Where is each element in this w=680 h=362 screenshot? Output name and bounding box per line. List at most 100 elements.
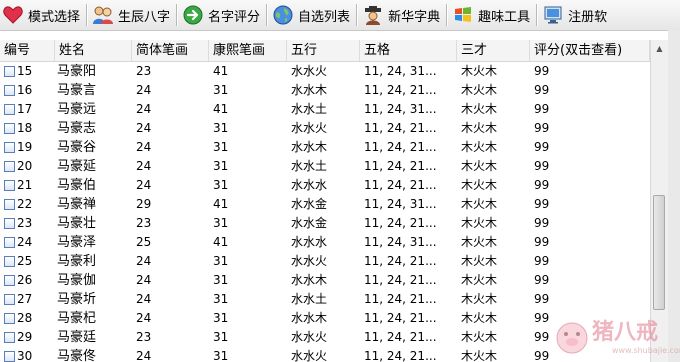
cell-score[interactable]: 99 — [530, 119, 650, 138]
cell-three-talents: 木火木 — [461, 311, 498, 325]
cell-kangxi-strokes: 31 — [213, 178, 229, 192]
cell-score[interactable]: 99 — [530, 100, 650, 119]
cell-number: 26 — [0, 271, 55, 290]
scroll-up-arrow-icon[interactable]: ▲ — [651, 40, 668, 57]
cell-five-grids: 11, 24, 31... — [364, 102, 437, 116]
cell-kangxi-strokes: 41 — [213, 197, 229, 211]
cell-score[interactable]: 99 — [530, 233, 650, 252]
cell-score[interactable]: 99 — [530, 195, 650, 214]
cell-kangxi-strokes: 41 — [213, 235, 229, 249]
cell-kangxi-strokes: 41 — [213, 64, 229, 78]
cell-three-talents: 木火木 — [461, 349, 498, 362]
column-header-three-talents[interactable]: 三才 — [457, 40, 530, 61]
row-icon — [4, 275, 15, 286]
column-header-number[interactable]: 编号 — [0, 40, 55, 61]
mode-select-button[interactable]: 模式选择 — [0, 2, 84, 28]
column-header-kangxi-strokes[interactable]: 康熙笔画 — [209, 40, 287, 61]
cell-score[interactable]: 99 — [530, 328, 650, 347]
table-row[interactable]: 20 马豪延 24 31 水水土 11, 24, 21... 木火木 99 — [0, 157, 650, 176]
cell-kangxi-strokes: 31 — [213, 311, 229, 325]
cell-score[interactable]: 99 — [530, 81, 650, 100]
column-header-five-grids[interactable]: 五格 — [360, 40, 457, 61]
cell-five-grids: 11, 24, 21... — [364, 292, 437, 306]
cell-kangxi-strokes: 31 — [213, 83, 229, 97]
cell-score[interactable]: 99 — [530, 157, 650, 176]
table-row[interactable]: 15 马豪阳 23 41 水水火 11, 24, 31... 木火木 99 — [0, 62, 650, 81]
cell-score[interactable]: 99 — [530, 62, 650, 81]
cell-score[interactable]: 99 — [530, 214, 650, 233]
table-row[interactable]: 30 马豪佟 24 31 水水火 11, 24, 21... 木火木 99 — [0, 347, 650, 362]
cell-name: 马豪泽 — [57, 235, 97, 250]
birth-chart-button[interactable]: 生辰八字 — [90, 2, 174, 28]
cell-simplified-strokes: 24 — [136, 311, 152, 325]
cell-score[interactable]: 99 — [530, 252, 650, 271]
cell-number: 28 — [0, 309, 55, 328]
cell-name: 马豪禅 — [57, 197, 97, 212]
vertical-scrollbar[interactable]: ▲ — [650, 40, 668, 362]
table-row[interactable]: 18 马豪志 24 31 水水火 11, 24, 21... 木火木 99 — [0, 119, 650, 138]
cell-simplified-strokes: 29 — [136, 197, 152, 211]
table-row[interactable]: 21 马豪伯 24 31 水水水 11, 24, 21... 木火木 99 — [0, 176, 650, 195]
row-number-text: 27 — [17, 292, 33, 306]
cell-number: 25 — [0, 252, 55, 271]
row-number-text: 22 — [17, 197, 33, 211]
table-row[interactable]: 26 马豪伽 24 31 水水木 11, 24, 21... 木火木 99 — [0, 271, 650, 290]
row-icon — [4, 142, 15, 153]
cell-five-elements: 水水水 — [291, 235, 328, 249]
table-row[interactable]: 16 马豪言 24 31 水水木 11, 24, 21... 木火木 99 — [0, 81, 650, 100]
column-header-simplified-strokes[interactable]: 简体笔画 — [132, 40, 209, 61]
row-number-text: 25 — [17, 254, 33, 268]
register-button[interactable]: 注册软 — [540, 2, 611, 28]
cell-score[interactable]: 99 — [530, 309, 650, 328]
cell-kangxi-strokes: 31 — [213, 140, 229, 154]
cell-five-elements: 水水土 — [291, 159, 328, 173]
table-row[interactable]: 25 马豪利 24 31 水水火 11, 24, 21... 木火木 99 — [0, 252, 650, 271]
toolbar: 模式选择 生辰八字 名字评分 自选列表 新华字典 趣味工具 注册软 — [0, 0, 680, 31]
row-icon — [4, 123, 15, 134]
table-row[interactable]: 28 马豪杞 24 31 水水木 11, 24, 21... 木火木 99 — [0, 309, 650, 328]
cell-number: 20 — [0, 157, 55, 176]
cell-score[interactable]: 99 — [530, 271, 650, 290]
name-score-button[interactable]: 名字评分 — [180, 2, 264, 28]
table-row[interactable]: 27 马豪圻 24 31 水水土 11, 24, 21... 木火木 99 — [0, 290, 650, 309]
row-icon — [4, 313, 15, 324]
fun-tools-button[interactable]: 趣味工具 — [450, 2, 534, 28]
toolbar-separator — [176, 4, 179, 26]
cell-five-elements: 水水水 — [291, 178, 328, 192]
cell-simplified-strokes: 24 — [136, 178, 152, 192]
cell-score[interactable]: 99 — [530, 176, 650, 195]
cell-five-grids: 11, 24, 31... — [364, 235, 437, 249]
column-header-five-elements[interactable]: 五行 — [287, 40, 360, 61]
dictionary-button[interactable]: 新华字典 — [360, 2, 444, 28]
scrollbar-thumb[interactable] — [653, 195, 665, 310]
table-row[interactable]: 22 马豪禅 29 41 水水金 11, 24, 31... 木火木 99 — [0, 195, 650, 214]
cell-five-elements: 水水土 — [291, 102, 328, 116]
cell-five-elements: 水水火 — [291, 64, 328, 78]
cell-score[interactable]: 99 — [530, 290, 650, 309]
custom-list-button[interactable]: 自选列表 — [270, 2, 354, 28]
cell-number: 22 — [0, 195, 55, 214]
cell-score[interactable]: 99 — [530, 138, 650, 157]
table-row[interactable]: 23 马豪壮 23 31 水水金 11, 24, 21... 木火木 99 — [0, 214, 650, 233]
cell-number: 24 — [0, 233, 55, 252]
column-header-name[interactable]: 姓名 — [55, 40, 132, 61]
row-icon — [4, 351, 15, 362]
table-row[interactable]: 29 马豪廷 23 31 水水火 11, 24, 21... 木火木 99 — [0, 328, 650, 347]
row-number-text: 28 — [17, 311, 33, 325]
table-row[interactable]: 17 马豪远 24 41 水水土 11, 24, 31... 木火木 99 — [0, 100, 650, 119]
cell-kangxi-strokes: 31 — [213, 330, 229, 344]
cell-three-talents: 木火木 — [461, 159, 498, 173]
cell-three-talents: 木火木 — [461, 197, 498, 211]
table-row[interactable]: 24 马豪泽 25 41 水水水 11, 24, 31... 木火木 99 — [0, 233, 650, 252]
table-row[interactable]: 19 马豪谷 24 31 水水木 11, 24, 21... 木火木 99 — [0, 138, 650, 157]
cell-score[interactable]: 99 — [530, 347, 650, 362]
row-icon — [4, 199, 15, 210]
cell-three-talents: 木火木 — [461, 102, 498, 116]
cell-simplified-strokes: 24 — [136, 292, 152, 306]
cell-three-talents: 木火木 — [461, 83, 498, 97]
column-header-score[interactable]: 评分(双击查看) — [530, 40, 650, 61]
cell-kangxi-strokes: 31 — [213, 292, 229, 306]
arrow-right-icon — [182, 4, 204, 26]
cell-three-talents: 木火木 — [461, 254, 498, 268]
cell-name: 马豪圻 — [57, 292, 97, 307]
